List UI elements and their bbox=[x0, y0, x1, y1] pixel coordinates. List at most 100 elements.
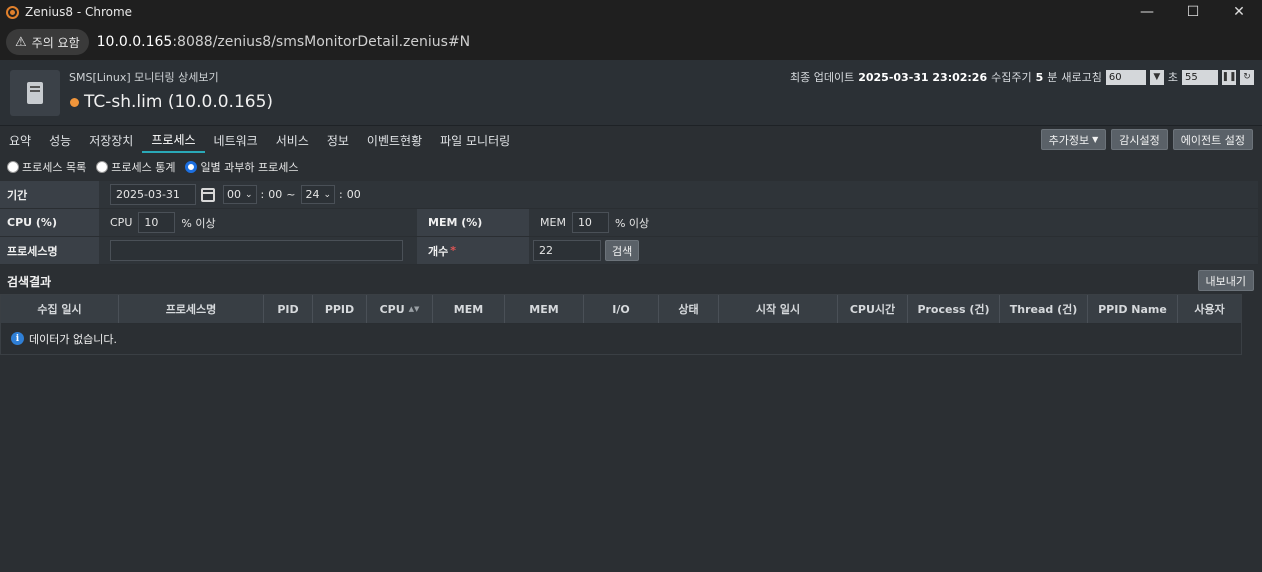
detail-header: SMS[Linux] 모니터링 상세보기 TC-sh.lim (10.0.0.1… bbox=[0, 60, 1262, 126]
mem-fields: MEM 10 % 이상 bbox=[529, 209, 1258, 236]
cpu-threshold-input[interactable]: 10 bbox=[138, 212, 176, 233]
cpu-fields: CPU 10 % 이상 bbox=[99, 209, 417, 236]
mem-suffix: % 이상 bbox=[614, 216, 650, 230]
col-io[interactable]: I/O bbox=[584, 295, 659, 323]
radio-circle-checked[interactable] bbox=[185, 161, 198, 173]
refresh-label: 새로고침 bbox=[1061, 71, 1102, 84]
count-fields: 22 검색 bbox=[529, 237, 1258, 264]
collect-unit: 분 bbox=[1047, 71, 1058, 84]
view-mode-radios: 프로세스 목록 프로세스 통계 일별 과부하 프로세스 bbox=[7, 159, 299, 175]
calendar-icon[interactable] bbox=[201, 187, 215, 202]
radio-circle[interactable] bbox=[7, 161, 19, 173]
cpu-suffix: % 이상 bbox=[181, 216, 216, 230]
security-chip[interactable]: ⚠ 주의 요함 bbox=[6, 29, 89, 55]
col-thread-count[interactable]: Thread (건) bbox=[1000, 295, 1088, 323]
tab-storage[interactable]: 저장장치 bbox=[80, 128, 142, 153]
export-button[interactable]: 내보내기 bbox=[1197, 270, 1254, 291]
colon-sep: : bbox=[260, 188, 265, 201]
col-ppid-name[interactable]: PPID Name bbox=[1088, 295, 1178, 323]
process-row: 프로세스명 개수 * 22 검색 bbox=[0, 237, 1258, 265]
minimize-icon[interactable]: — bbox=[1124, 0, 1170, 24]
refresh-interval-select[interactable]: 60 bbox=[1105, 69, 1146, 85]
hour-from-select[interactable]: 00 ⌄ bbox=[223, 185, 257, 204]
info-icon: i bbox=[11, 332, 24, 345]
process-name-label: 프로세스명 bbox=[0, 237, 99, 264]
url-path: :8088/zenius8/smsMonitorDetail.zenius#N bbox=[172, 34, 471, 50]
col-cpu[interactable]: CPU ▲▼ bbox=[367, 295, 433, 323]
cpu-label: CPU (%) bbox=[0, 209, 99, 236]
results-grid: 수집 일시 프로세스명 PID PPID CPU ▲▼ MEM MEM I/O 상… bbox=[0, 294, 1242, 355]
radio-process-list[interactable]: 프로세스 목록 bbox=[7, 159, 86, 175]
url-host: 10.0.0.165 bbox=[96, 34, 173, 50]
col-process-name[interactable]: 프로세스명 bbox=[119, 295, 264, 323]
min-to-value: 00 bbox=[346, 188, 361, 201]
cpu-prefix: CPU bbox=[110, 216, 133, 229]
process-name-input[interactable] bbox=[110, 240, 403, 261]
hour-from-value: 00 bbox=[227, 188, 241, 201]
radio-process-stats[interactable]: 프로세스 통계 bbox=[96, 159, 175, 175]
count-input[interactable]: 22 bbox=[533, 240, 601, 261]
period-label: 기간 bbox=[0, 181, 99, 208]
radio-daily-overload[interactable]: 일별 과부하 프로세스 bbox=[185, 159, 299, 175]
address-bar: ⚠ 주의 요함 10.0.0.165:8088/zenius8/smsMonit… bbox=[0, 24, 1262, 60]
caret-down-icon: ▼ bbox=[1092, 135, 1099, 144]
col-mem-1[interactable]: MEM bbox=[433, 295, 505, 323]
tab-summary[interactable]: 요약 bbox=[0, 128, 40, 153]
tab-service[interactable]: 서비스 bbox=[267, 128, 318, 153]
tab-actions: 추가정보 ▼ 감시설정 에이전트 설정 bbox=[1040, 129, 1253, 150]
monitor-settings-button[interactable]: 감시설정 bbox=[1111, 129, 1168, 150]
search-button[interactable]: 검색 bbox=[605, 240, 640, 261]
tab-file-monitoring[interactable]: 파일 모니터링 bbox=[431, 128, 519, 153]
tab-bar: 요약 성능 저장장치 프로세스 네트워크 서비스 정보 이벤트현황 파일 모니터… bbox=[0, 127, 1262, 154]
tilde-sep: ~ bbox=[286, 188, 296, 201]
pause-icon[interactable]: ❚❚ bbox=[1221, 69, 1237, 85]
col-mem-2[interactable]: MEM bbox=[505, 295, 584, 323]
col-collected-at[interactable]: 수집 일시 bbox=[1, 295, 119, 323]
tab-network[interactable]: 네트워크 bbox=[205, 128, 267, 153]
col-pid[interactable]: PID bbox=[264, 295, 313, 323]
collect-label: 수집주기 bbox=[991, 71, 1032, 84]
results-title: 검색결과 bbox=[7, 275, 52, 289]
col-process-count[interactable]: Process (건) bbox=[908, 295, 1000, 323]
url-text[interactable]: 10.0.0.165:8088/zenius8/smsMonitorDetail… bbox=[97, 34, 471, 50]
window-titlebar: Zenius8 - Chrome — ☐ ✕ bbox=[0, 0, 1262, 24]
empty-message: 데이터가 없습니다. bbox=[29, 332, 117, 346]
tab-process[interactable]: 프로세스 bbox=[142, 128, 205, 153]
agent-settings-button[interactable]: 에이전트 설정 bbox=[1172, 129, 1253, 150]
period-fields: 2025-03-31 00 ⌄ : 00 ~ 24 ⌄ : 00 bbox=[99, 181, 1258, 208]
close-icon[interactable]: ✕ bbox=[1216, 0, 1262, 24]
server-icon bbox=[10, 70, 60, 116]
col-cpu-label: CPU bbox=[379, 302, 405, 316]
empty-row: i 데이터가 없습니다. bbox=[1, 324, 1241, 353]
mem-threshold-input[interactable]: 10 bbox=[571, 212, 609, 233]
window-title: Zenius8 - Chrome bbox=[25, 5, 133, 19]
last-update-label: 최종 업데이트 bbox=[789, 71, 855, 84]
refresh-icon[interactable]: ↻ bbox=[1240, 69, 1254, 85]
col-status[interactable]: 상태 bbox=[659, 295, 719, 323]
host-title: TC-sh.lim (10.0.0.165) bbox=[70, 92, 273, 112]
required-mark: * bbox=[450, 244, 457, 257]
radio-circle[interactable] bbox=[96, 161, 109, 173]
grid-header: 수집 일시 프로세스명 PID PPID CPU ▲▼ MEM MEM I/O 상… bbox=[1, 295, 1241, 324]
sort-icon: ▲▼ bbox=[408, 305, 420, 313]
col-start-time[interactable]: 시작 일시 bbox=[719, 295, 838, 323]
tab-performance[interactable]: 성능 bbox=[40, 128, 80, 153]
chevron-down-icon[interactable]: ▼ bbox=[1149, 69, 1164, 85]
extra-info-button[interactable]: 추가정보 ▼ bbox=[1040, 129, 1107, 150]
maximize-icon[interactable]: ☐ bbox=[1170, 0, 1216, 24]
date-input[interactable]: 2025-03-31 bbox=[110, 184, 196, 205]
threshold-row: CPU (%) CPU 10 % 이상 MEM (%) MEM 10 % 이상 bbox=[0, 209, 1258, 237]
process-name-fields bbox=[99, 237, 417, 264]
page-subtitle: SMS[Linux] 모니터링 상세보기 bbox=[69, 71, 219, 84]
col-ppid[interactable]: PPID bbox=[313, 295, 367, 323]
warning-icon: ⚠ bbox=[15, 34, 27, 50]
tab-info[interactable]: 정보 bbox=[318, 128, 358, 153]
col-cpu-time[interactable]: CPU시간 bbox=[838, 295, 908, 323]
radio-label: 프로세스 통계 bbox=[111, 161, 176, 174]
chevron-down-icon: ⌄ bbox=[245, 189, 253, 200]
hour-to-select[interactable]: 24 ⌄ bbox=[301, 185, 336, 204]
col-user[interactable]: 사용자 bbox=[1178, 295, 1241, 323]
min-from-value: 00 bbox=[268, 188, 283, 201]
tab-events[interactable]: 이벤트현황 bbox=[358, 128, 431, 153]
security-label: 주의 요함 bbox=[31, 35, 80, 50]
